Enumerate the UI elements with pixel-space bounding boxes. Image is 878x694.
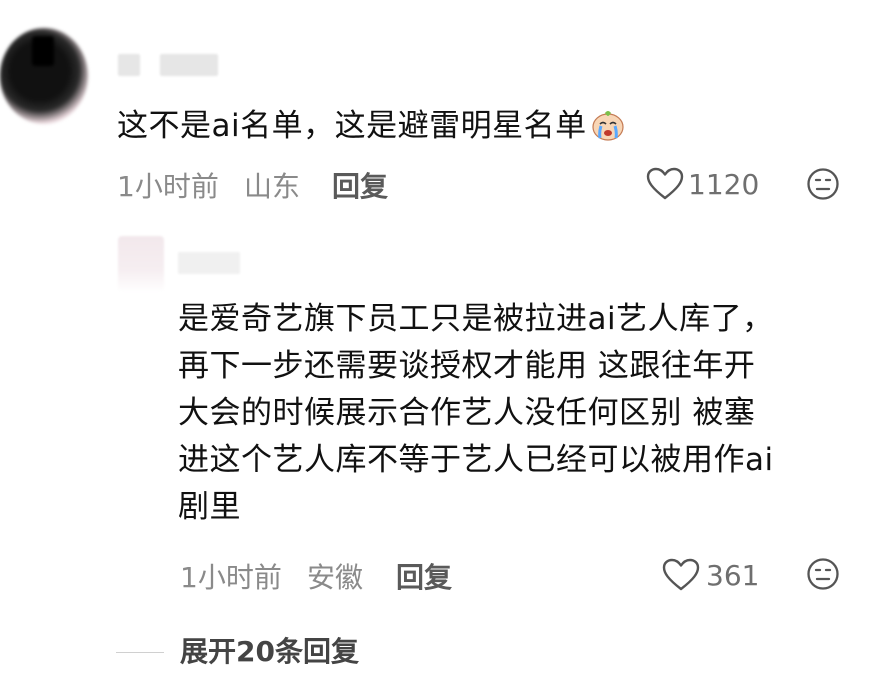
reply-reply-button[interactable]: 回复 [396, 556, 452, 596]
username-obscured[interactable] [118, 54, 140, 76]
reply-line: 剧里 [178, 489, 241, 525]
username-obscured-2[interactable] [160, 54, 218, 76]
reply-time: 1小时前 [180, 561, 282, 594]
reply-avatar[interactable] [118, 236, 164, 292]
comment-time: 1小时前 [117, 170, 219, 203]
reply-username-obscured[interactable] [178, 252, 240, 274]
comment-text-content: 这不是ai名单，这是避雷明星名单 [117, 108, 587, 144]
comment-like-button[interactable]: 1120 [646, 164, 759, 204]
heart-icon [662, 558, 700, 592]
comment-dislike-button[interactable] [806, 167, 840, 201]
comment-location: 山东 [244, 170, 301, 203]
heart-icon [646, 167, 684, 201]
crying-emoji-icon [591, 106, 625, 141]
comment-like-count: 1120 [688, 167, 760, 201]
reply-line: 是爱奇艺旗下员工只是被拉进ai艺人库了， [178, 301, 774, 337]
neutral-face-icon [807, 168, 839, 200]
reply-text: 是爱奇艺旗下员工只是被拉进ai艺人库了， 再下一步还需要谈授权才能用 这跟往年开… [178, 296, 848, 531]
reply-line: 进这个艺人库不等于艺人已经可以被用作ai [178, 442, 774, 478]
reply-location: 安徽 [307, 561, 364, 594]
reply-dislike-button[interactable] [806, 557, 840, 591]
avatar[interactable] [0, 28, 88, 124]
reply-like-button[interactable]: 361 [662, 555, 759, 595]
reply-line: 大会的时候展示合作艺人没任何区别 被塞 [178, 395, 756, 431]
comment-text: 这不是ai名单，这是避雷明星名单 [117, 100, 625, 152]
neutral-face-icon [807, 558, 839, 590]
reply-like-count: 361 [706, 558, 760, 592]
expand-replies-button[interactable]: 展开20条回复 [180, 630, 359, 670]
comment-reply-button[interactable]: 回复 [332, 165, 388, 205]
expand-divider [116, 652, 164, 653]
reply-line: 再下一步还需要谈授权才能用 这跟往年开 [178, 348, 756, 384]
